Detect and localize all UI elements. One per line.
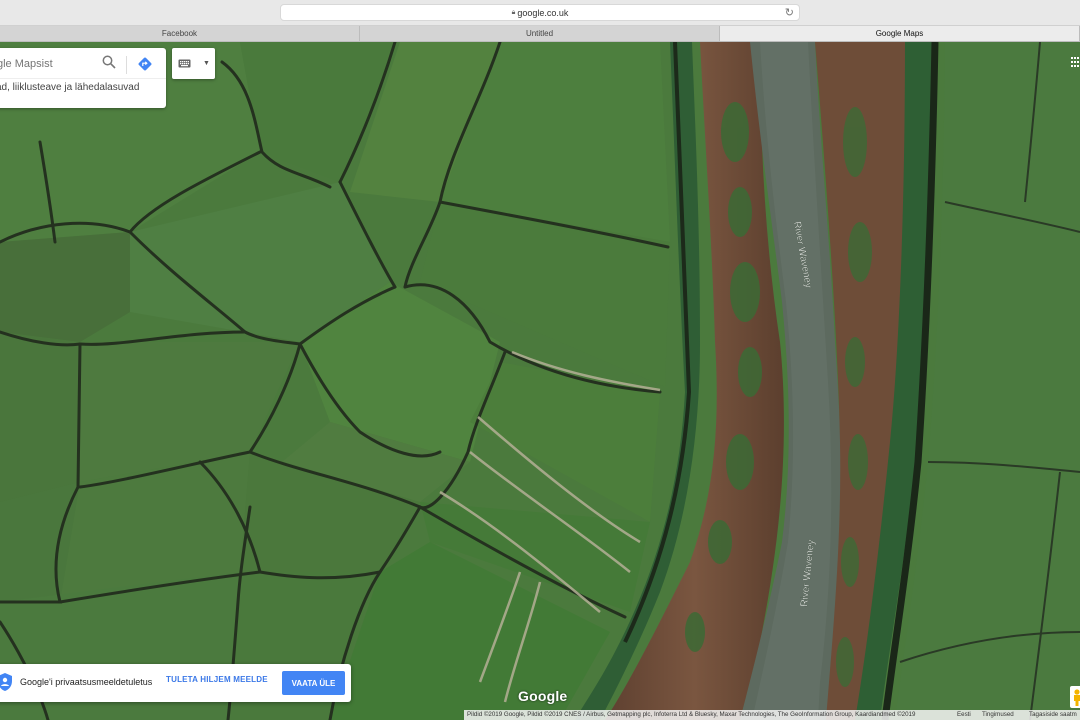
feedback-link[interactable]: Tagasiside saatm bbox=[1029, 710, 1077, 720]
directions-icon[interactable] bbox=[137, 56, 153, 72]
keyboard-icon bbox=[178, 59, 191, 68]
map-imagery bbox=[0, 42, 1080, 720]
satellite-map[interactable] bbox=[0, 42, 1080, 720]
shield-icon bbox=[0, 673, 12, 691]
tab-untitled[interactable]: Untitled bbox=[360, 26, 720, 41]
map-footer: Pildid ©2019 Google, Pildid ©2019 CNES /… bbox=[464, 710, 1080, 720]
pegman-icon[interactable] bbox=[1070, 686, 1080, 708]
search-separator bbox=[0, 78, 166, 79]
imagery-attribution: Pildid ©2019 Google, Pildid ©2019 CNES /… bbox=[467, 711, 916, 718]
reload-icon[interactable]: ↻ bbox=[785, 6, 794, 19]
apps-grid-icon[interactable] bbox=[1071, 57, 1079, 67]
search-suggestion[interactable]: ad, liiklusteave ja lähedalasuvad bbox=[0, 82, 139, 93]
remind-later-button[interactable]: TULETA HILJEM MEELDE bbox=[166, 675, 268, 684]
search-icon[interactable] bbox=[102, 55, 116, 69]
country-link[interactable]: Eesti bbox=[957, 710, 971, 720]
terms-link[interactable]: Tingimused bbox=[982, 710, 1014, 720]
tab-strip: Facebook Untitled Google Maps bbox=[0, 26, 1080, 42]
tab-facebook[interactable]: Facebook bbox=[0, 26, 360, 41]
address-text: google.co.uk bbox=[517, 7, 569, 18]
tab-google-maps[interactable]: Google Maps bbox=[720, 26, 1080, 41]
search-panel: ad, liiklusteave ja lähedalasuvad bbox=[0, 48, 166, 108]
address-bar[interactable]: 🔒︎ google.co.uk ↻ bbox=[280, 4, 800, 21]
privacy-reminder: Google'i privaatsusmeeldetuletus TULETA … bbox=[0, 664, 351, 702]
search-divider bbox=[126, 56, 127, 74]
input-tools-button[interactable]: ▼ bbox=[172, 48, 215, 79]
google-logo: Google bbox=[518, 688, 568, 704]
browser-toolbar: 🔒︎ google.co.uk ↻ bbox=[0, 0, 1080, 26]
review-button[interactable]: VAATA ÜLE bbox=[282, 671, 345, 695]
privacy-text: Google'i privaatsusmeeldetuletus bbox=[20, 677, 153, 687]
chevron-down-icon[interactable]: ▼ bbox=[203, 60, 210, 67]
lock-icon: 🔒︎ bbox=[511, 8, 516, 16]
